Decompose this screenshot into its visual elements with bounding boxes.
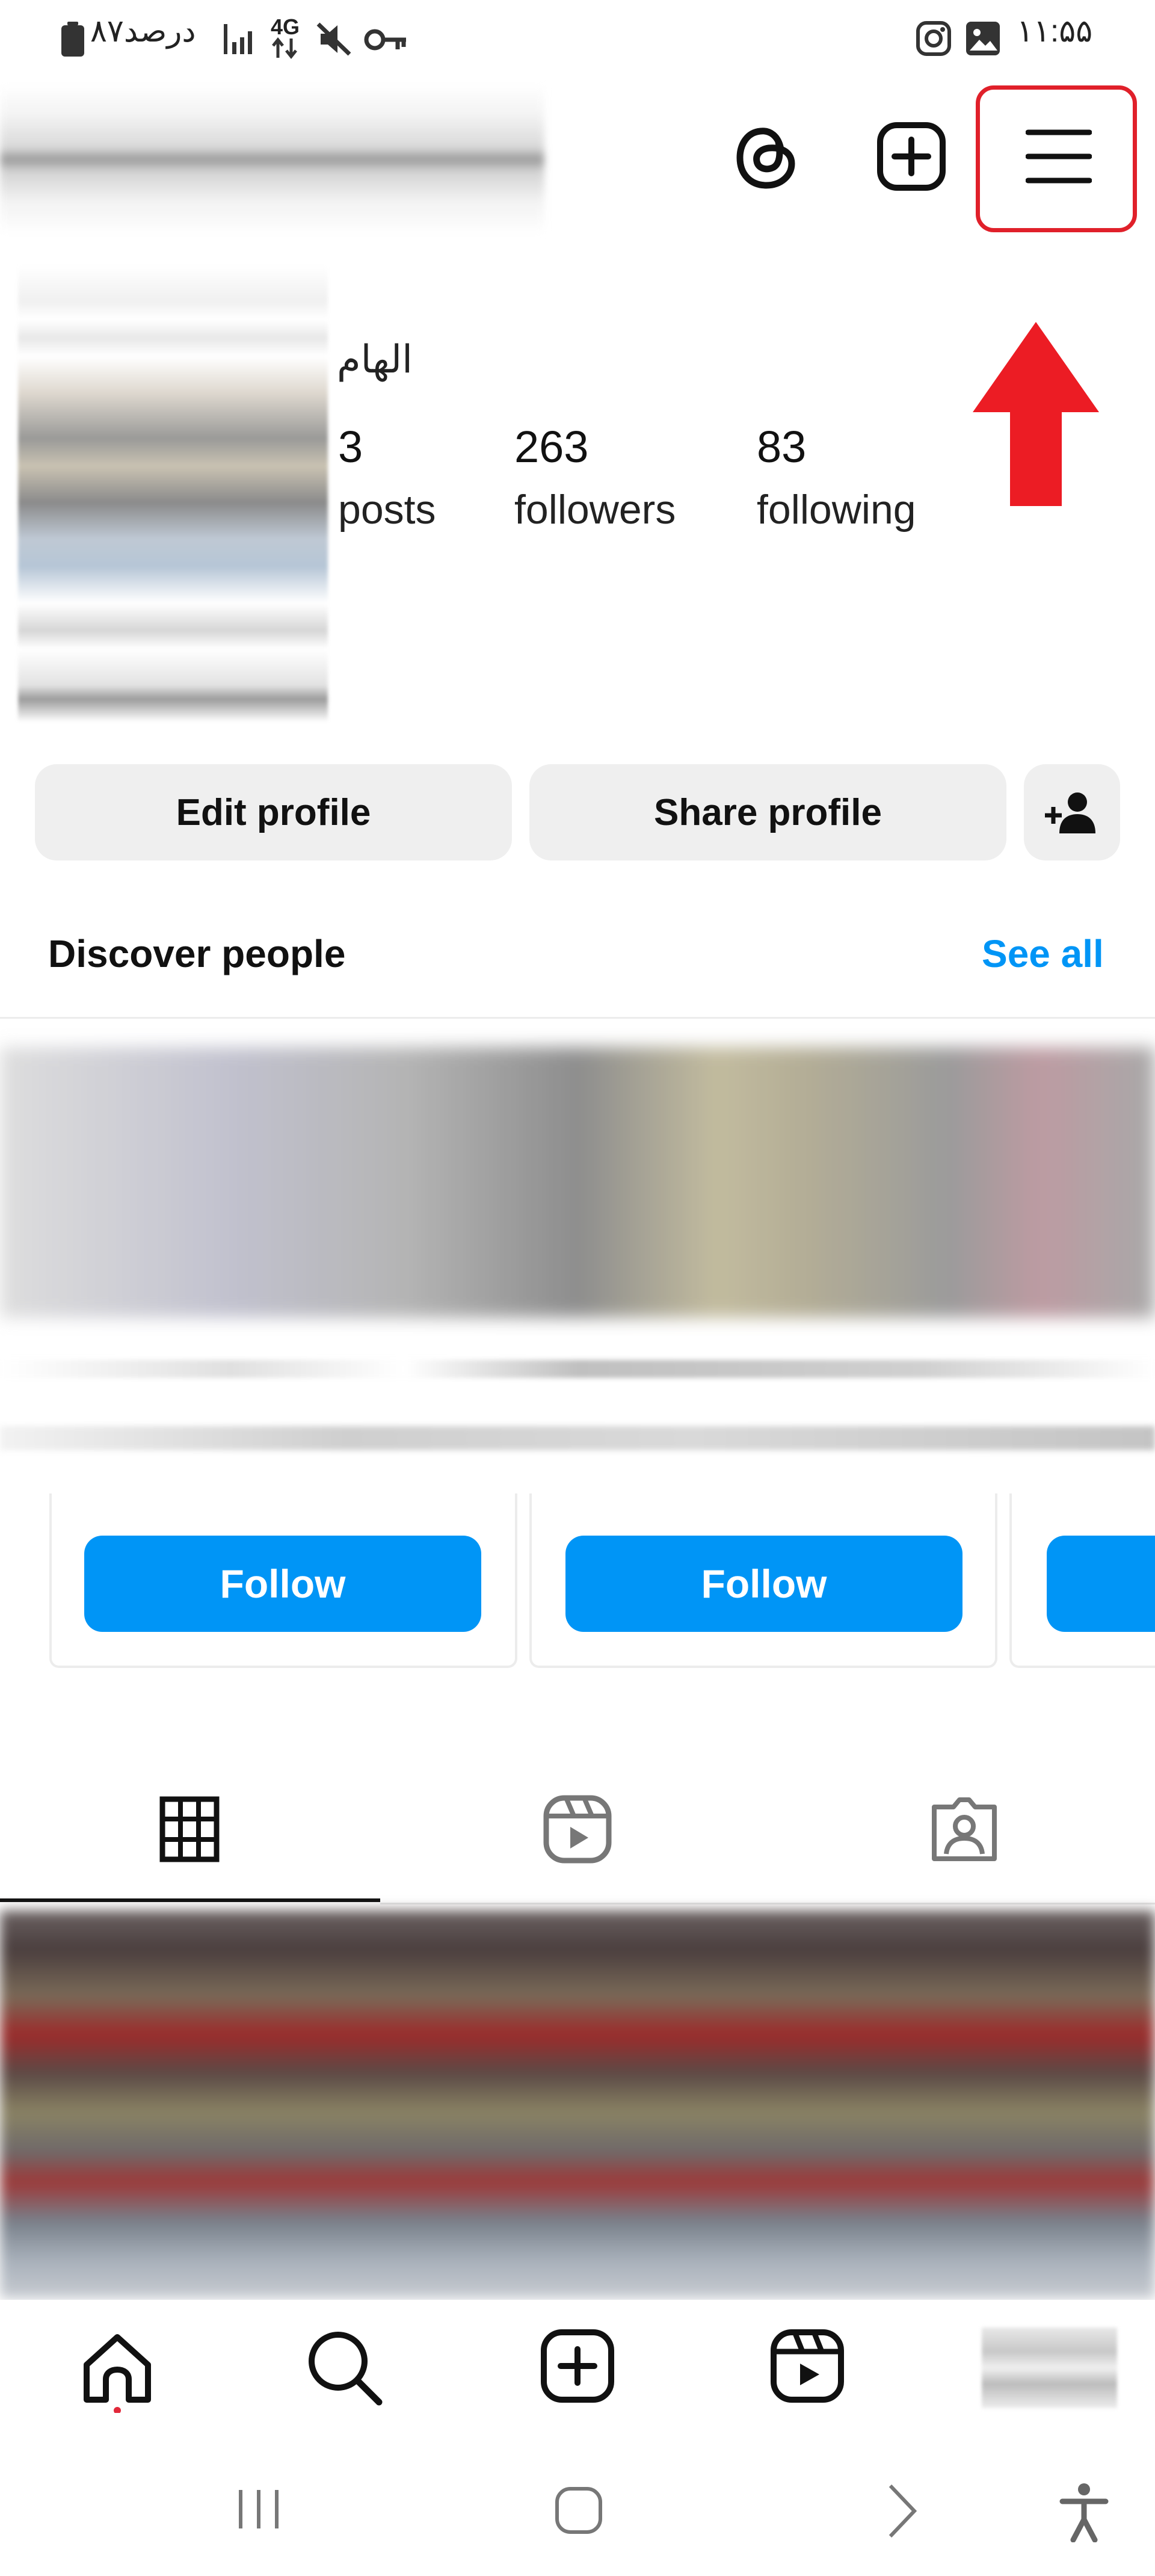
reels-icon (543, 1795, 612, 1864)
posts-count[interactable]: 3 (338, 421, 363, 472)
gallery-notification-icon (966, 22, 1000, 55)
vpn-key-icon (364, 29, 406, 51)
home-button[interactable] (553, 2485, 604, 2536)
follow-label: Follow (701, 1561, 827, 1606)
add-person-icon (1045, 792, 1095, 833)
reels-nav-icon (771, 2329, 844, 2403)
threads-icon (736, 128, 795, 189)
battery-percent: ۸۷درصد (90, 14, 196, 49)
following-label[interactable]: following (757, 486, 916, 533)
tab-posts-grid[interactable] (0, 1757, 379, 1901)
network-type: 4G (271, 14, 300, 39)
search-icon (309, 2332, 383, 2406)
divider (0, 1017, 1155, 1019)
clock: ۱۱:۵۵ (1017, 14, 1093, 49)
menu-highlight-box (976, 85, 1137, 232)
nav-home[interactable] (78, 2329, 156, 2414)
mute-icon (316, 22, 351, 56)
grid-icon (159, 1796, 220, 1862)
see-all-link[interactable]: See all (982, 931, 1104, 976)
discover-people-toggle-button[interactable] (1024, 764, 1120, 860)
status-bar: ۸۷درصد 4G ۱۱:۵۵ (0, 0, 1155, 78)
create-post-icon (877, 122, 946, 191)
suggested-names-redacted (0, 1360, 1155, 1378)
profile-picture-redacted[interactable] (18, 265, 328, 722)
tabs-divider (380, 1903, 1155, 1904)
followers-label[interactable]: followers (514, 486, 676, 533)
create-post-button[interactable] (869, 114, 953, 199)
follow-button-2[interactable]: Follow (565, 1536, 962, 1632)
data-arrows-icon (272, 37, 297, 59)
threads-button[interactable] (728, 114, 806, 199)
posts-grid-redacted[interactable] (0, 1910, 1155, 2299)
edit-profile-label: Edit profile (176, 791, 371, 833)
nav-create[interactable] (540, 2329, 615, 2403)
nav-profile-avatar-redacted[interactable] (982, 2327, 1117, 2408)
recents-button[interactable] (235, 2485, 283, 2533)
suggested-accounts-redacted[interactable] (0, 1047, 1155, 1318)
back-button[interactable] (884, 2482, 920, 2540)
accessibility-icon (1059, 2483, 1109, 2543)
followers-count[interactable]: 263 (514, 421, 588, 472)
share-profile-label: Share profile (654, 791, 882, 833)
tab-tagged[interactable] (773, 1757, 1155, 1901)
profile-name: الهام (337, 338, 413, 381)
follow-label: Follow (220, 1561, 346, 1606)
share-profile-button[interactable]: Share profile (529, 764, 1006, 860)
signal-icon (224, 24, 252, 54)
suggested-subtitles-redacted (0, 1426, 1155, 1450)
username-redacted[interactable] (0, 84, 544, 235)
follow-button-3-partial[interactable] (1047, 1536, 1155, 1632)
create-icon (541, 2329, 614, 2403)
back-icon (889, 2484, 917, 2538)
tab-active-underline (0, 1898, 380, 1902)
red-arrow-annotation (973, 322, 1099, 506)
discover-people-title: Discover people (48, 932, 346, 975)
posts-label[interactable]: posts (338, 486, 436, 533)
recents-icon (239, 2490, 279, 2528)
battery-icon (61, 22, 84, 57)
edit-profile-button[interactable]: Edit profile (35, 764, 512, 860)
follow-button-1[interactable]: Follow (84, 1536, 481, 1632)
instagram-notification-icon (916, 21, 951, 56)
home-icon (84, 2334, 151, 2414)
tagged-icon (931, 1797, 997, 1861)
home-button-icon (555, 2487, 602, 2534)
following-count[interactable]: 83 (757, 421, 806, 472)
tab-reels[interactable] (385, 1757, 770, 1901)
nav-search[interactable] (306, 2329, 384, 2407)
accessibility-button[interactable] (1059, 2482, 1109, 2543)
nav-reels[interactable] (770, 2329, 845, 2403)
